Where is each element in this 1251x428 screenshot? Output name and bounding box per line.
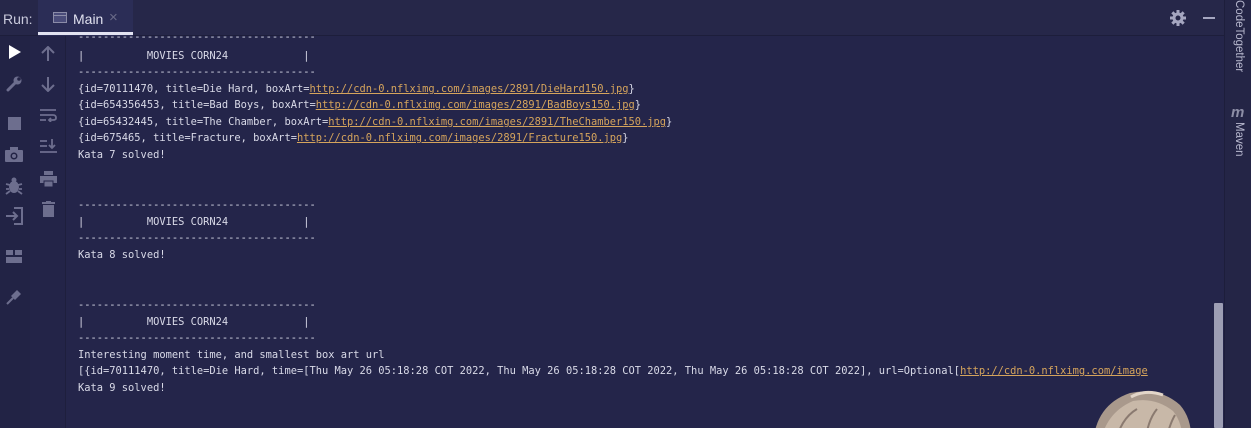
anime-character-image xyxy=(1095,390,1191,428)
separator-line: -------------------------------------- xyxy=(78,199,316,211)
console-line-movie: {id=65432445, title=The Chamber, boxArt=… xyxy=(78,115,672,129)
wrench-icon[interactable] xyxy=(6,75,23,92)
kata-result: Kata 8 solved! xyxy=(78,249,166,261)
maven-tool-tab[interactable]: Maven xyxy=(1233,122,1245,157)
boxart-link[interactable]: http://cdn-0.nflximg.com/images/2891/Bad… xyxy=(316,99,635,111)
camera-icon[interactable] xyxy=(5,147,23,162)
movie-suffix: } xyxy=(634,99,642,111)
down-arrow-icon[interactable] xyxy=(41,77,55,92)
up-arrow-icon[interactable] xyxy=(41,46,55,61)
gear-icon[interactable] xyxy=(1168,8,1188,28)
scrollbar-thumb[interactable] xyxy=(1214,303,1223,428)
console-line-result: [{id=70111470, title=Die Hard, time=[Thu… xyxy=(78,364,1148,378)
run-toolbar xyxy=(0,36,30,428)
boxart-link[interactable]: http://cdn-0.nflximg.com/images/2891/The… xyxy=(328,116,666,128)
console-output[interactable]: -------------------------------------- |… xyxy=(67,36,1213,428)
console-line-movie: {id=675465, title=Fracture, boxArt=http:… xyxy=(78,131,629,145)
login-icon[interactable] xyxy=(5,207,23,225)
bug-icon[interactable] xyxy=(5,177,23,195)
separator-line: -------------------------------------- xyxy=(78,66,316,78)
movie-prefix: {id=65432445, title=The Chamber, boxArt= xyxy=(78,116,329,128)
console-toolbar xyxy=(30,36,66,428)
stop-icon[interactable] xyxy=(8,117,21,130)
separator-line: -------------------------------------- xyxy=(78,36,316,43)
run-icon[interactable] xyxy=(8,44,22,60)
boxart-link[interactable]: http://cdn-0.nflximg.com/image xyxy=(960,365,1148,377)
tab-main-underline xyxy=(38,32,133,35)
scroll-to-end-icon[interactable] xyxy=(40,138,57,154)
movie-suffix: } xyxy=(622,132,629,144)
console-line-movie: {id=70111470, title=Die Hard, boxArt=htt… xyxy=(78,82,635,96)
movies-header: | MOVIES CORN24 | xyxy=(78,216,310,228)
run-label: Run: xyxy=(3,11,33,27)
movie-prefix: {id=654356453, title=Bad Boys, boxArt= xyxy=(78,99,316,111)
separator-line: -------------------------------------- xyxy=(78,299,316,311)
tab-main-label[interactable]: Main xyxy=(73,11,103,27)
boxart-link[interactable]: http://cdn-0.nflximg.com/images/2891/Die… xyxy=(309,83,628,95)
pin-icon[interactable] xyxy=(5,288,23,306)
movies-header: | MOVIES CORN24 | xyxy=(78,50,310,62)
layout-icon[interactable] xyxy=(6,250,22,263)
run-tool-window-header xyxy=(0,0,1224,36)
boxart-link[interactable]: http://cdn-0.nflximg.com/images/2891/Fra… xyxy=(297,132,622,144)
movie-prefix: {id=70111470, title=Die Hard, boxArt= xyxy=(78,83,310,95)
kata-result: Kata 9 solved! xyxy=(78,382,166,394)
soft-wrap-icon[interactable] xyxy=(40,108,57,122)
console-line-movie: {id=654356453, title=Bad Boys, boxArt=ht… xyxy=(78,98,641,112)
console-tab-icon xyxy=(53,12,67,23)
movie-prefix: {id=675465, title=Fracture, boxArt= xyxy=(78,132,297,144)
result-prefix: [{id=70111470, title=Die Hard, time=[Thu… xyxy=(78,365,961,377)
codetogether-tool-tab[interactable]: CodeTogether xyxy=(1233,0,1245,72)
minimize-icon[interactable] xyxy=(1203,17,1215,19)
print-icon[interactable] xyxy=(40,171,57,187)
console-line-description: Interesting moment time, and smallest bo… xyxy=(78,349,385,361)
separator-line: -------------------------------------- xyxy=(78,232,316,244)
movie-suffix: } xyxy=(628,83,635,95)
movie-suffix: } xyxy=(666,116,673,128)
kata-result: Kata 7 solved! xyxy=(78,149,166,161)
movies-header: | MOVIES CORN24 | xyxy=(78,316,310,328)
separator-line: -------------------------------------- xyxy=(78,332,316,344)
tab-close-icon[interactable]: × xyxy=(109,9,118,26)
maven-icon: m xyxy=(1231,104,1245,121)
trash-icon[interactable] xyxy=(42,201,55,217)
